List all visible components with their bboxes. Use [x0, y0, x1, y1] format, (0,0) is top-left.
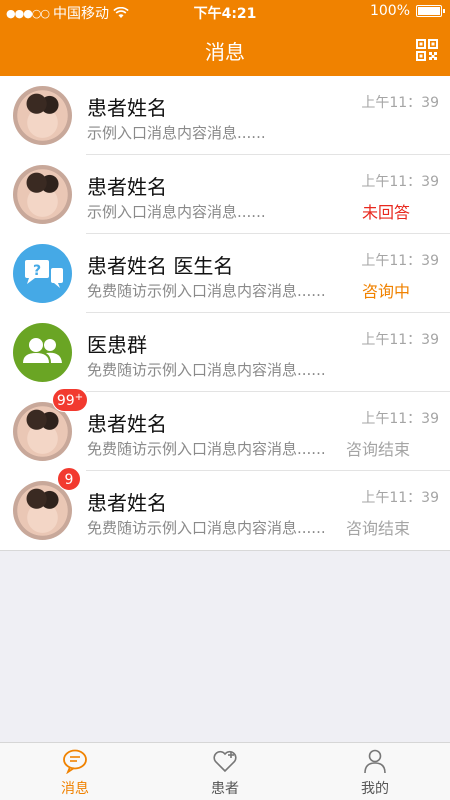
status-label: 咨询结束 [345, 440, 410, 459]
qr-code-icon[interactable] [416, 39, 438, 61]
message-time: 上午11：39 [361, 332, 439, 348]
status-label: 咨询结束 [345, 519, 410, 538]
list-item[interactable]: 患者姓名 示例入口消息内容消息...... 上午11：39 未回答 [0, 155, 450, 234]
consult-icon: ? [13, 244, 72, 303]
battery-percent: 100% [369, 3, 410, 19]
header-bar: ●●●○○ 中国移动 下午4:21 100% 消息 [0, 0, 450, 76]
conversation-title: 医患群 [87, 333, 147, 357]
page-title: 消息 [205, 40, 245, 64]
list-item[interactable]: 医患群 免费随访示例入口消息内容消息...... 上午11：39 [0, 313, 450, 392]
tab-label: 消息 [61, 781, 89, 797]
tab-label: 我的 [361, 781, 389, 797]
unread-badge: 9 [57, 467, 81, 491]
avatar [13, 86, 72, 145]
tab-bar: 消息 患者 我的 [0, 742, 450, 800]
battery-icon [416, 5, 445, 17]
message-preview: 免费随访示例入口消息内容消息...... [87, 440, 326, 458]
avatar [13, 165, 72, 224]
message-list: 患者姓名 示例入口消息内容消息...... 上午11：39 患者姓名 示例入口消… [0, 76, 450, 551]
message-preview: 示例入口消息内容消息...... [87, 203, 266, 221]
message-preview: 免费随访示例入口消息内容消息...... [87, 361, 326, 379]
tab-me[interactable]: 我的 [300, 743, 450, 800]
svg-text:?: ? [33, 263, 41, 279]
group-icon [13, 323, 72, 382]
tab-messages[interactable]: 消息 [0, 743, 150, 800]
conversation-title: 患者姓名 医生名 [87, 254, 234, 278]
tab-patients[interactable]: 患者 [150, 743, 300, 800]
person-icon [364, 749, 386, 774]
message-preview: 免费随访示例入口消息内容消息...... [87, 282, 326, 300]
conversation-title: 患者姓名 [87, 96, 167, 120]
message-time: 上午11：39 [361, 411, 439, 427]
heart-plus-icon [213, 750, 237, 773]
status-label: 咨询中 [361, 282, 410, 301]
tab-label: 患者 [211, 781, 239, 797]
message-time: 上午11：39 [361, 490, 439, 506]
status-bar: ●●●○○ 中国移动 下午4:21 100% [0, 0, 450, 24]
unread-badge: 99+ [52, 388, 88, 412]
conversation-title: 患者姓名 [87, 491, 167, 515]
message-preview: 示例入口消息内容消息...... [87, 124, 266, 142]
message-time: 上午11：39 [361, 95, 439, 111]
chat-bubble-icon [63, 749, 87, 774]
list-item[interactable]: 99+ 患者姓名 免费随访示例入口消息内容消息...... 上午11：39 咨询… [0, 388, 450, 471]
list-item[interactable]: 9 患者姓名 免费随访示例入口消息内容消息...... 上午11：39 咨询结束 [0, 467, 450, 550]
list-item[interactable]: ? 患者姓名 医生名 免费随访示例入口消息内容消息...... 上午11：39 … [0, 234, 450, 313]
list-item[interactable]: 患者姓名 示例入口消息内容消息...... 上午11：39 [0, 76, 450, 155]
status-label: 未回答 [361, 203, 410, 222]
message-preview: 免费随访示例入口消息内容消息...... [87, 519, 326, 537]
conversation-title: 患者姓名 [87, 412, 167, 436]
message-time: 上午11：39 [361, 174, 439, 190]
conversation-title: 患者姓名 [87, 175, 167, 199]
message-time: 上午11：39 [361, 253, 439, 269]
